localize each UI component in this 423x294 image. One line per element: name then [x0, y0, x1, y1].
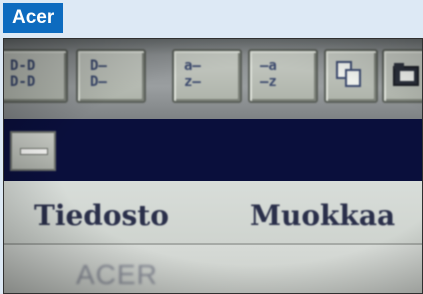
folder-button[interactable]: [382, 49, 422, 103]
folder-icon: [393, 63, 419, 86]
sort-descending-icon-lower: —z: [260, 74, 277, 90]
content-area: ACER: [4, 245, 422, 293]
sort-ascending-icon-lower: z—: [184, 74, 201, 90]
copy-files-button[interactable]: [324, 49, 378, 103]
copy-files-icon: [336, 61, 361, 87]
list-view-icon-lower: D—: [90, 74, 107, 90]
sort-descending-icon: —a: [260, 58, 277, 74]
window-titlebar: [4, 119, 422, 181]
tree-view-icon: D-D: [10, 58, 36, 74]
sort-descending-button[interactable]: —a —z: [248, 49, 318, 103]
tree-view-icon-lower: D-D: [10, 74, 36, 90]
menu-item-tiedosto[interactable]: Tiedosto: [34, 199, 169, 232]
sort-ascending-button[interactable]: a— z—: [172, 49, 242, 103]
tree-view-button[interactable]: D-D D-D: [4, 49, 68, 103]
system-menu-button[interactable]: [10, 131, 56, 171]
menu-bar: Tiedosto Muokkaa: [4, 181, 422, 245]
monitor-screen-photo: D-D D-D D— D— a— z— —a —z Tiedosto Muokk…: [3, 38, 423, 294]
sort-ascending-icon: a—: [184, 58, 201, 74]
toolbar: D-D D-D D— D— a— z— —a —z: [4, 39, 422, 119]
photo-frame: Acer D-D D-D D— D— a— z— —a —z Tiedosto …: [0, 0, 423, 294]
list-view-button[interactable]: D— D—: [76, 49, 146, 103]
content-label: ACER: [76, 259, 158, 290]
brand-tag: Acer: [3, 3, 64, 33]
menu-item-muokkaa[interactable]: Muokkaa: [250, 199, 395, 232]
list-view-icon: D—: [90, 58, 107, 74]
